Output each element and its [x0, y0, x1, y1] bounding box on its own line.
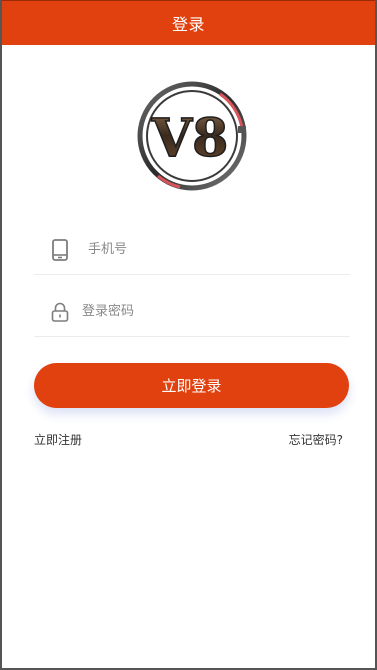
- password-input[interactable]: [82, 296, 312, 327]
- app-header: 登录: [2, 0, 375, 45]
- phone-icon: [48, 238, 72, 262]
- v8-logo: V8: [136, 80, 248, 192]
- register-link[interactable]: 立即注册: [34, 431, 82, 448]
- login-button[interactable]: 立即登录: [34, 363, 349, 408]
- page-title: 登录: [171, 15, 205, 34]
- phone-field: [34, 225, 350, 275]
- logo-text: V8: [151, 108, 229, 169]
- forgot-password-link[interactable]: 忘记密码?: [289, 431, 343, 448]
- phone-input[interactable]: [88, 234, 318, 265]
- lock-icon: [48, 300, 72, 324]
- password-field: [34, 287, 350, 337]
